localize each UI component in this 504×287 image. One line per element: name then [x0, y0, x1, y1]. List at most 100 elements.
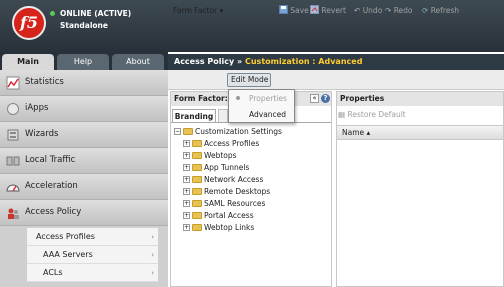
toolbar	[168, 70, 504, 90]
expand-node-icon[interactable]: +	[183, 212, 190, 219]
dropdown-item-advanced[interactable]: Advanced	[229, 108, 294, 121]
restore-icon: ▦	[338, 110, 346, 119]
wizards-icon	[7, 129, 19, 141]
tree-node-network-access[interactable]: + Network Access	[183, 174, 323, 185]
folder-icon	[192, 212, 202, 219]
dropdown-item-label: Properties	[249, 94, 287, 103]
edit-mode-dropdown: Properties Advanced	[228, 89, 295, 123]
sidebar-item-label: iApps	[25, 103, 49, 113]
expand-node-icon[interactable]: +	[183, 188, 190, 195]
redo-button[interactable]: ↷ Redo	[385, 4, 413, 17]
breadcrumb: Customization : Advanced	[244, 57, 363, 66]
subnav-aaa-servers[interactable]: AAA Servers ›	[27, 246, 158, 264]
folder-icon	[192, 164, 202, 171]
folder-icon	[192, 140, 202, 147]
edit-mode-menu[interactable]: Edit Mode ▾	[227, 73, 271, 96]
statistics-icon	[6, 76, 20, 90]
subnav-label: ACLs	[43, 268, 63, 277]
sidebar-item-access-policy[interactable]: Access Policy	[0, 200, 168, 226]
save-button[interactable]: Save	[279, 4, 309, 17]
sidebar-item-acceleration[interactable]: Acceleration	[0, 174, 168, 200]
folder-icon	[192, 188, 202, 195]
chevron-right-icon: ›	[151, 251, 154, 259]
properties-header: Properties	[337, 92, 503, 106]
tab-branding[interactable]: Branding	[172, 109, 216, 123]
tree-root[interactable]: − Customization Settings	[174, 126, 324, 137]
dropdown-item-label: Advanced	[249, 110, 287, 119]
redo-icon: ↷	[385, 6, 392, 15]
expand-node-icon[interactable]: +	[183, 164, 190, 171]
tab-secondary[interactable]	[218, 109, 228, 123]
tree-node-remote-desktops[interactable]: + Remote Desktops	[183, 186, 323, 197]
subnav-label: AAA Servers	[43, 250, 93, 259]
undo-button[interactable]: ↶ Undo	[354, 4, 382, 17]
status-standalone: Standalone	[60, 21, 108, 30]
form-factor-label: Form Factor	[173, 6, 218, 15]
chevron-down-icon: ▾	[219, 6, 224, 15]
tree-node-webtops[interactable]: + Webtops	[183, 150, 323, 161]
tree-node-label: SAML Resources	[204, 199, 266, 208]
folder-icon	[192, 200, 202, 207]
sidebar-item-local-traffic[interactable]: Local Traffic	[0, 148, 168, 174]
sidebar-item-iapps[interactable]: iApps	[0, 96, 168, 122]
chevron-right-icon: ›	[151, 269, 154, 277]
form-factor-menu[interactable]: Form Factor ▾	[173, 4, 223, 17]
revert-label: Revert	[321, 6, 346, 15]
page-title: Access Policy	[174, 57, 235, 66]
breadcrumb-separator: »	[237, 57, 243, 66]
access-policy-icon	[8, 208, 19, 219]
dropdown-item-properties[interactable]: Properties	[229, 92, 294, 105]
sidebar-item-wizards[interactable]: Wizards	[0, 122, 168, 148]
refresh-icon: ⟳	[422, 6, 429, 15]
expand-node-icon[interactable]: +	[183, 200, 190, 207]
local-traffic-icon	[6, 156, 20, 166]
edit-mode-label: Edit Mode	[231, 75, 269, 84]
iapps-icon	[7, 103, 19, 115]
undo-icon: ↶	[354, 6, 361, 15]
selected-dot-icon	[236, 96, 240, 100]
tree-node-access-profiles[interactable]: + Access Profiles	[183, 138, 323, 149]
collapse-icon[interactable]: «	[310, 94, 319, 103]
subnav-access-profiles[interactable]: Access Profiles ›	[27, 228, 158, 246]
tab-about[interactable]: About	[112, 54, 164, 70]
tab-main[interactable]: Main	[2, 54, 54, 70]
tree-node-portal-access[interactable]: + Portal Access	[183, 210, 323, 221]
help-icon[interactable]: ?	[321, 94, 330, 103]
f5-logo: f5	[12, 6, 46, 40]
sidebar-item-label: Acceleration	[25, 181, 78, 191]
restore-default-label: Restore Default	[347, 110, 406, 119]
status-online: ONLINE (ACTIVE)	[60, 9, 132, 18]
save-icon	[279, 5, 288, 14]
refresh-button[interactable]: ⟳ Refresh	[422, 4, 459, 17]
restore-default-button[interactable]: ▦ Restore Default	[338, 110, 406, 119]
expand-node-icon[interactable]: +	[183, 176, 190, 183]
expand-node-icon[interactable]: +	[183, 152, 190, 159]
chevron-right-icon: ›	[151, 233, 154, 241]
sidebar-item-statistics[interactable]: Statistics	[0, 70, 168, 96]
name-column-header[interactable]: Name ▴	[337, 125, 503, 140]
expand-node-icon[interactable]: +	[183, 140, 190, 147]
sidebar-item-label: Statistics	[25, 77, 64, 87]
page-title-bar: Access Policy » Customization : Advanced	[168, 54, 504, 70]
expand-node-icon[interactable]: +	[183, 224, 190, 231]
folder-icon	[192, 176, 202, 183]
collapse-node-icon[interactable]: −	[174, 128, 181, 135]
undo-label: Undo	[362, 6, 383, 15]
tree-root-label: Customization Settings	[195, 127, 282, 136]
tree-node-label: Webtop Links	[204, 223, 255, 232]
subnav-label: Access Profiles	[36, 232, 95, 241]
tree-node-webtop-links[interactable]: + Webtop Links	[183, 222, 323, 233]
subnav-acls[interactable]: ACLs ›	[27, 264, 158, 282]
sidebar-item-label: Wizards	[25, 129, 59, 139]
tree-node-app-tunnels[interactable]: + App Tunnels	[183, 162, 323, 173]
online-status-icon	[50, 11, 55, 16]
tree-node-saml-resources[interactable]: + SAML Resources	[183, 198, 323, 209]
tree-node-label: Network Access	[204, 175, 264, 184]
properties-panel	[336, 91, 504, 287]
tab-help[interactable]: Help	[57, 54, 109, 70]
save-label: Save	[290, 6, 309, 15]
folder-icon	[192, 224, 202, 231]
revert-icon	[310, 5, 319, 14]
revert-button[interactable]: Revert	[310, 4, 346, 17]
tree-node-label: Webtops	[204, 151, 237, 160]
